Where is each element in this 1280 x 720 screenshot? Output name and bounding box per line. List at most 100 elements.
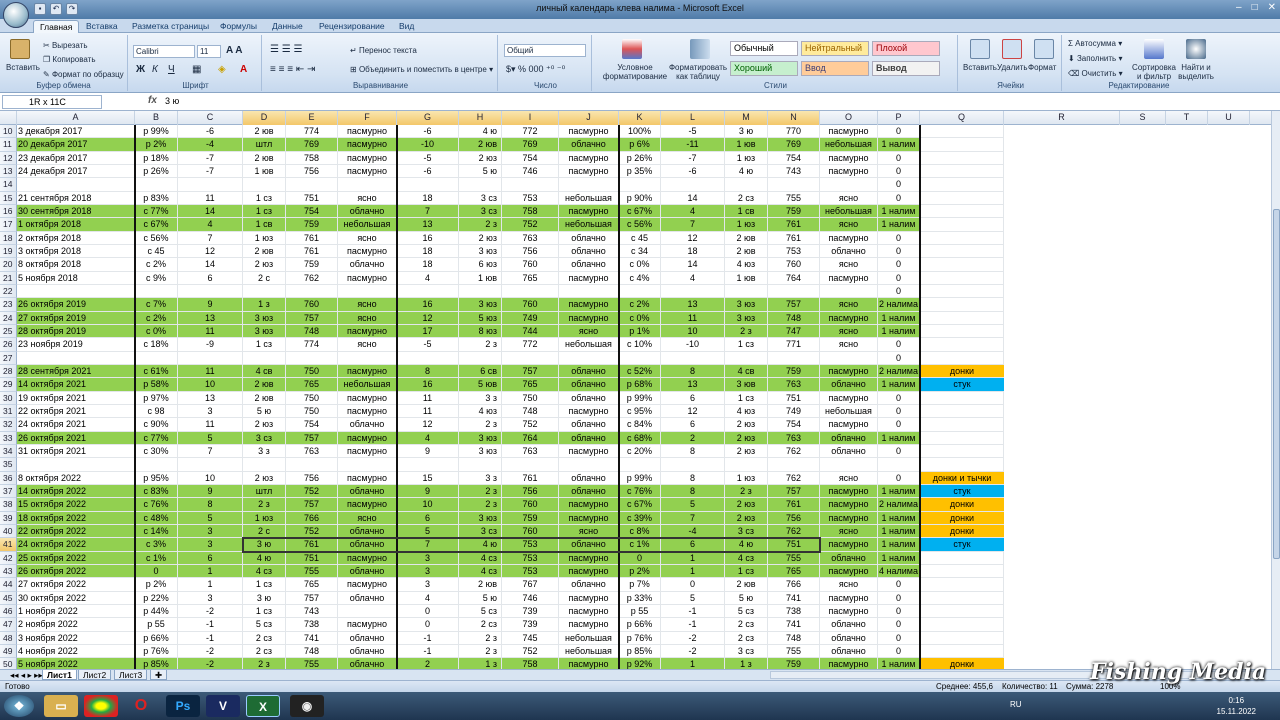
cell-q32[interactable] [920, 418, 1004, 432]
cell-c35[interactable] [178, 458, 243, 472]
row-header[interactable]: 50 [0, 658, 17, 669]
cell-l17[interactable]: 7 [661, 218, 725, 232]
cell-o42[interactable]: облачно [820, 551, 878, 565]
cell-k27[interactable] [619, 351, 661, 365]
cell-h44[interactable]: 2 юв [459, 578, 502, 592]
cell-k38[interactable]: с 67% [619, 498, 661, 512]
cell-n18[interactable]: 761 [768, 231, 820, 245]
cell-m20[interactable]: 4 юз [725, 258, 768, 272]
cell-i18[interactable]: 763 [502, 231, 559, 245]
cell-f38[interactable]: пасмурно [338, 498, 397, 512]
cell-m30[interactable]: 1 сз [725, 391, 768, 405]
cell-p13[interactable]: 0 [878, 164, 920, 179]
cell-h47[interactable]: 2 сз [459, 618, 502, 632]
cell-p49[interactable]: 0 [878, 644, 920, 659]
cell-p50[interactable]: 1 налим [878, 658, 920, 669]
cell-a13[interactable]: 24 декабря 2017 [17, 164, 135, 179]
cell-h42[interactable]: 4 сз [459, 551, 502, 565]
cell-a21[interactable]: 5 ноября 2018 [17, 271, 135, 285]
column-header-s[interactable]: S [1120, 111, 1166, 125]
cell-d37[interactable]: штл [243, 484, 286, 499]
cell-g22[interactable] [397, 284, 459, 299]
tab-page-layout[interactable]: Разметка страницы [126, 20, 215, 33]
cell-l23[interactable]: 13 [661, 298, 725, 312]
cell-m15[interactable]: 2 сз [725, 191, 768, 205]
cell-b20[interactable]: с 2% [135, 258, 178, 272]
cell-d28[interactable]: 4 св [243, 364, 286, 379]
cell-n26[interactable]: 771 [768, 338, 820, 352]
row-header[interactable]: 14 [0, 178, 17, 192]
cell-c31[interactable]: 3 [178, 404, 243, 419]
borders-icon[interactable]: ▦ [192, 64, 201, 75]
cell-j38[interactable]: пасмурно [559, 498, 619, 512]
cell-d39[interactable]: 1 юз [243, 511, 286, 525]
cell-b36[interactable]: р 95% [135, 471, 178, 485]
cell-n44[interactable]: 766 [768, 578, 820, 592]
cell-a30[interactable]: 19 октября 2021 [17, 391, 135, 405]
cell-i40[interactable]: 760 [502, 524, 559, 539]
cell-q42[interactable] [920, 551, 1004, 565]
cell-d23[interactable]: 1 з [243, 298, 286, 312]
cell-e34[interactable]: 763 [286, 444, 338, 459]
cell-a15[interactable]: 21 сентября 2018 [17, 191, 135, 205]
cell-o43[interactable]: пасмурно [820, 564, 878, 579]
cell-p35[interactable] [878, 458, 920, 472]
row-header[interactable]: 19 [0, 244, 17, 259]
cell-p40[interactable]: 1 налим [878, 524, 920, 539]
cell-a25[interactable]: 28 октября 2019 [17, 324, 135, 339]
cell-k22[interactable] [619, 284, 661, 299]
cell-a20[interactable]: 8 октября 2018 [17, 258, 135, 272]
cell-g30[interactable]: 11 [397, 391, 459, 405]
cell-f14[interactable] [338, 178, 397, 192]
cell-o14[interactable] [820, 178, 878, 192]
cell-l33[interactable]: 2 [661, 431, 725, 445]
cell-g47[interactable]: 0 [397, 618, 459, 632]
excel-taskbar-icon[interactable]: X [246, 695, 280, 717]
cell-n22[interactable] [768, 284, 820, 299]
cell-m49[interactable]: 3 сз [725, 644, 768, 659]
cell-g17[interactable]: 13 [397, 218, 459, 232]
cell-e25[interactable]: 748 [286, 324, 338, 339]
cell-e49[interactable]: 748 [286, 644, 338, 659]
cell-i32[interactable]: 752 [502, 418, 559, 432]
cell-p19[interactable]: 0 [878, 244, 920, 259]
cell-b15[interactable]: р 83% [135, 191, 178, 205]
cell-k35[interactable] [619, 458, 661, 472]
cell-h50[interactable]: 1 з [459, 658, 502, 669]
autosum-button[interactable]: Σ Автосумма ▾ [1068, 39, 1122, 48]
cell-h49[interactable]: 2 з [459, 644, 502, 659]
cell-o17[interactable]: ясно [820, 218, 878, 232]
cell-i23[interactable]: 760 [502, 298, 559, 312]
cell-l43[interactable]: 1 [661, 564, 725, 579]
cell-o24[interactable]: пасмурно [820, 311, 878, 325]
cell-f42[interactable]: пасмурно [338, 551, 397, 565]
cell-e18[interactable]: 761 [286, 231, 338, 245]
font-size-select[interactable]: 11 [197, 45, 221, 58]
cell-o31[interactable]: небольшая [820, 404, 878, 419]
format-cells-button[interactable]: Формат [1028, 63, 1056, 72]
cell-g50[interactable]: 2 [397, 658, 459, 669]
cell-m13[interactable]: 4 ю [725, 164, 768, 179]
cell-f43[interactable]: облачно [338, 564, 397, 579]
cell-c36[interactable]: 10 [178, 471, 243, 485]
cell-d42[interactable]: 4 ю [243, 551, 286, 565]
cell-m39[interactable]: 2 юз [725, 511, 768, 525]
cell-f19[interactable]: пасмурно [338, 244, 397, 259]
row-header[interactable]: 39 [0, 511, 17, 525]
cell-g13[interactable]: -6 [397, 164, 459, 179]
column-header-p[interactable]: P [878, 111, 920, 125]
cell-d12[interactable]: 2 юв [243, 151, 286, 165]
cell-b35[interactable] [135, 458, 178, 472]
cell-e22[interactable] [286, 284, 338, 299]
align-left-icon[interactable]: ≡ ≡ ≡ ⇤ ⇥ [270, 64, 315, 75]
cell-h18[interactable]: 2 юз [459, 231, 502, 245]
row-header[interactable]: 26 [0, 338, 17, 352]
cell-l18[interactable]: 12 [661, 231, 725, 245]
cell-d30[interactable]: 2 юв [243, 391, 286, 405]
cell-n40[interactable]: 762 [768, 524, 820, 539]
cell-i45[interactable]: 746 [502, 591, 559, 605]
cell-k11[interactable]: р 6% [619, 138, 661, 152]
cell-c16[interactable]: 14 [178, 204, 243, 219]
cell-c33[interactable]: 5 [178, 431, 243, 445]
align-top-icon[interactable]: ☰ ☰ ☰ [270, 44, 302, 55]
